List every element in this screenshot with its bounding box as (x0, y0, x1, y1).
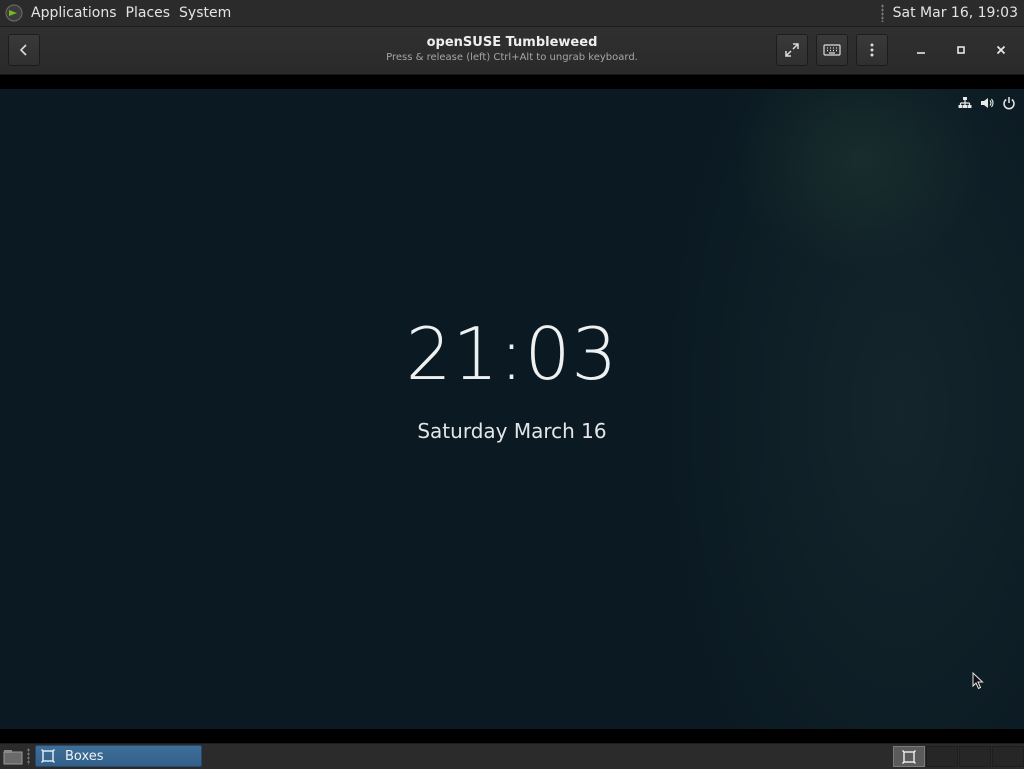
show-desktop-icon (3, 749, 23, 764)
network-icon[interactable] (958, 96, 972, 110)
task-button-boxes[interactable]: Boxes (35, 745, 202, 767)
taskbar-drag-handle[interactable] (27, 748, 30, 765)
minimize-button[interactable] (910, 39, 932, 61)
task-button-label: Boxes (65, 748, 104, 764)
bottom-panel: Boxes (0, 743, 1024, 769)
chevron-left-icon (19, 44, 27, 56)
top-panel: Applications Places System Sat Mar 16, 1… (0, 0, 1024, 27)
system-menu[interactable]: System (179, 5, 231, 21)
back-button[interactable] (8, 34, 40, 66)
close-icon (996, 45, 1006, 55)
fullscreen-icon (785, 43, 799, 57)
window-title: openSUSE Tumbleweed (426, 35, 598, 50)
workspace-2[interactable] (926, 746, 958, 767)
opensuse-gecko-icon[interactable] (5, 4, 23, 22)
applications-menu[interactable]: Applications (31, 5, 117, 21)
maximize-icon (957, 46, 965, 54)
volume-icon[interactable] (980, 96, 994, 110)
show-desktop-button[interactable] (3, 748, 23, 765)
minimize-icon (917, 52, 925, 54)
keyboard-icon (823, 44, 841, 56)
workspace-1[interactable] (893, 746, 925, 767)
vertical-dots-icon (870, 43, 874, 57)
lock-screen-date: Saturday March 16 (417, 419, 607, 443)
boxes-icon (41, 749, 55, 763)
menu-button[interactable] (856, 34, 888, 66)
vm-status-area[interactable] (958, 96, 1016, 110)
lock-screen-time: 21:03 (405, 312, 619, 396)
panel-clock[interactable]: Sat Mar 16, 19:03 (893, 5, 1018, 21)
panel-drag-handle[interactable] (880, 4, 884, 22)
display-border-bottom (0, 729, 1024, 743)
power-icon[interactable] (1002, 96, 1016, 110)
places-menu[interactable]: Places (126, 5, 171, 21)
window-headerbar: openSUSE Tumbleweed Press & release (lef… (0, 27, 1024, 75)
maximize-button[interactable] (950, 39, 972, 61)
display-border-top (0, 75, 1024, 89)
fullscreen-button[interactable] (776, 34, 808, 66)
window-title-area: openSUSE Tumbleweed Press & release (lef… (262, 35, 762, 65)
mouse-cursor-icon (972, 672, 984, 690)
keyboard-button[interactable] (816, 34, 848, 66)
workspace-3[interactable] (959, 746, 991, 767)
window-subtitle: Press & release (left) Ctrl+Alt to ungra… (386, 52, 638, 63)
workspace-4[interactable] (992, 746, 1024, 767)
close-button[interactable] (990, 39, 1012, 61)
boxes-icon (902, 749, 916, 764)
vm-display[interactable]: 21:03 Saturday March 16 (0, 89, 1024, 729)
